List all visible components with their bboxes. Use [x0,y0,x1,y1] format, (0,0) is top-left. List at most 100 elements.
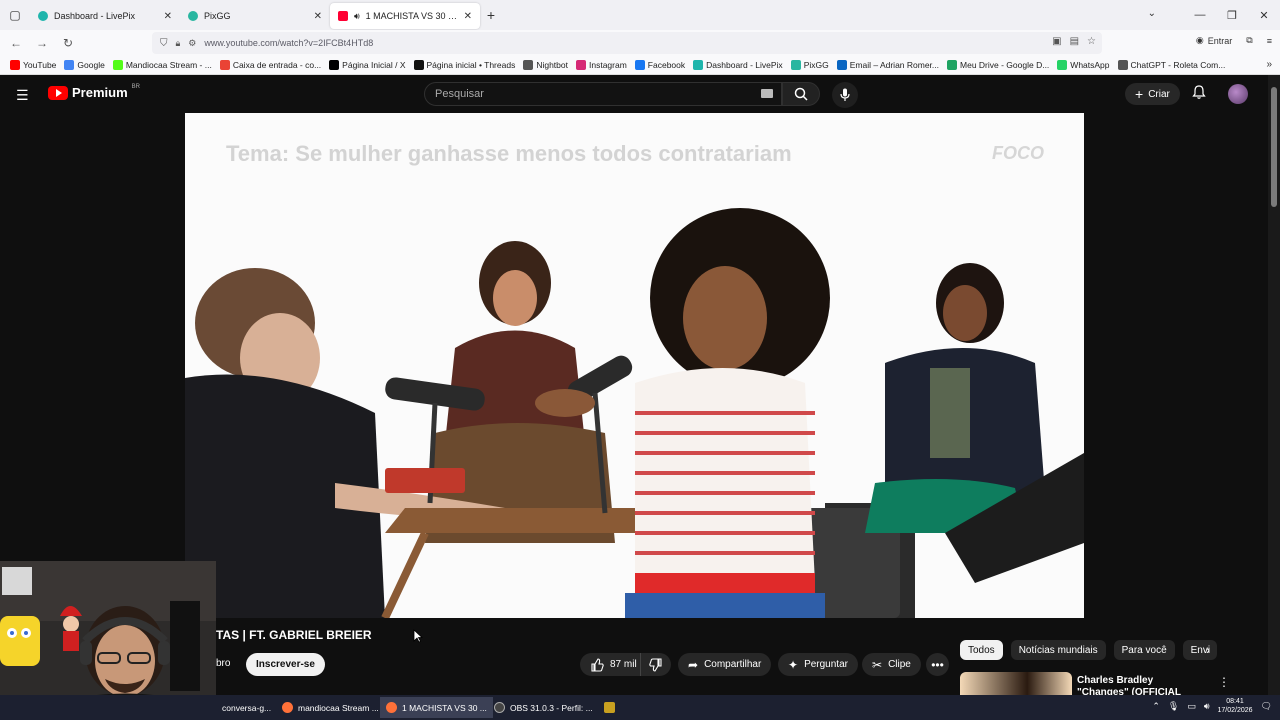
bookmark-item[interactable]: ChatGPT - Roleta Com... [1114,60,1230,70]
volume-icon[interactable]: 🔊︎ [1204,701,1210,712]
dislike-button[interactable] [640,653,671,676]
bookmark-item[interactable]: Dashboard - LivePix [689,60,787,70]
picture-in-picture-icon[interactable]: ▣ [1052,36,1061,47]
close-tab-icon[interactable]: ✕ [314,11,322,22]
chip-all[interactable]: Todos [960,640,1003,660]
close-window-icon[interactable]: ✕ [1248,0,1280,30]
page-scrollbar[interactable] [1268,75,1280,695]
bookmark-label: PixGG [803,60,829,70]
restore-icon[interactable]: ❐ [1216,0,1248,30]
bookmark-item[interactable]: Página inicial • Threads [410,60,520,70]
user-avatar[interactable] [1228,84,1248,104]
taskbar-item-1[interactable]: conversa-g... [216,697,277,718]
tab-list-icon[interactable]: ▢ [0,0,30,30]
bookmark-item[interactable]: Google [60,60,108,70]
permissions-icon[interactable]: ⚙ [188,38,196,49]
firefox-icon [282,702,293,713]
voice-search-button[interactable] [832,82,858,108]
subscribe-button[interactable]: Inscrever-se [246,653,325,676]
video-topic-overlay: Tema: Se mulher ganhasse menos todos con… [226,141,792,166]
bookmark-item[interactable]: Mandiocaa Stream - ... [109,60,216,70]
bookmark-item[interactable]: Meu Drive - Google D... [943,60,1053,70]
reload-icon[interactable]: ↻ [56,31,80,55]
more-vertical-icon[interactable]: ⋮ [1218,675,1230,689]
like-button[interactable]: 87 mil [580,653,647,676]
taskbar-item-5[interactable] [598,697,621,718]
recommendation-thumbnail[interactable] [960,672,1072,696]
bookmark-item[interactable]: Email – Adrian Romer... [833,60,943,70]
browser-tab-1[interactable]: Dashboard - LivePix ✕ [30,3,180,29]
system-clock[interactable]: 08:41 17/02/2026 [1218,697,1253,715]
chip-for-you[interactable]: Para você [1113,640,1175,660]
taskbar-item-2[interactable]: mandiocaa Stream ... [276,697,385,718]
ask-button[interactable]: ✦ Perguntar [778,653,858,676]
audio-playing-icon[interactable]: 🔊︎ [354,11,360,22]
chevron-right-icon[interactable]: › [1206,643,1210,657]
tray-expand-icon[interactable]: ⌃ [1152,701,1160,712]
back-icon[interactable]: ← [4,31,28,55]
pixgg-favicon-icon [188,11,198,21]
search-input[interactable]: Pesquisar [424,82,782,106]
close-tab-icon[interactable]: ✕ [164,11,172,22]
chevron-down-icon[interactable]: ⌄ [1148,8,1156,19]
share-button[interactable]: ➦ Compartilhar [678,653,772,676]
firefox-icon [386,702,397,713]
bookmark-star-icon[interactable]: ☆ [1087,36,1096,47]
create-button[interactable]: + Criar [1125,83,1180,105]
bookmark-item[interactable]: Nightbot [519,60,572,70]
clock-date: 17/02/2026 [1217,707,1253,714]
share-icon: ➦ [688,657,699,672]
forward-icon[interactable]: → [30,31,54,55]
extensions-icon[interactable]: ⧉ [1246,35,1252,46]
bookmarks-overflow-icon[interactable]: » [1266,59,1272,70]
notifications-icon[interactable]: 🗨︎ [1261,701,1272,712]
browser-tab-3-active[interactable]: 🔊︎ 1 MACHISTA VS 30 FEMINI ✕ [330,3,480,29]
chip-partial[interactable]: Envi [1182,640,1217,660]
bookmark-item[interactable]: Facebook [631,60,689,70]
bookmark-label: Facebook [647,60,686,70]
taskbar-item-3-active[interactable]: 1 MACHISTA VS 30 ... [380,697,493,718]
logo-text: Premium [72,85,128,100]
foco-watermark: FOCO [992,143,1044,163]
network-icon[interactable]: ▭ [1187,701,1196,712]
clip-button[interactable]: ✂ Clipe [862,653,921,676]
bookmark-item[interactable]: Caixa de entrada - co... [216,60,325,70]
shield-icon[interactable]: ⛉ [160,38,168,49]
bookmark-item[interactable]: WhatsApp [1053,60,1113,70]
youtube-premium-logo[interactable]: Premium BR [48,84,140,100]
new-tab-icon[interactable]: + [480,4,502,26]
close-tab-icon[interactable]: ✕ [464,11,472,22]
bookmark-item[interactable]: Instagram [572,60,631,70]
bookmark-item[interactable]: YouTube [6,60,60,70]
share-label: Compartilhar [704,659,762,670]
hamburger-menu-icon[interactable]: ☰ [16,87,29,104]
url-text[interactable]: www.youtube.com/watch?v=2IFCBt4HTd8 [204,38,373,48]
bookmark-favicon-icon [1057,60,1068,70]
scrollbar-thumb[interactable] [1271,87,1277,207]
microphone-tray-icon[interactable]: 🎙︎ [1168,701,1179,712]
browser-nav-bar: ← → ↻ ⛉ 🔒︎ ⚙ www.youtube.com/watch?v=2IF… [0,30,1280,56]
windows-taskbar: conversa-g... mandiocaa Stream ... 1 MAC… [0,695,1280,720]
reader-view-icon[interactable]: ▤ [1070,36,1079,47]
video-player[interactable]: Tema: Se mulher ganhasse menos todos con… [185,113,1084,618]
keyboard-icon[interactable] [761,89,773,98]
minimize-icon[interactable]: — [1184,0,1216,30]
menu-icon[interactable]: ≡ [1267,36,1272,46]
search-button[interactable] [782,82,820,106]
bookmark-item[interactable]: Página Inicial / X [325,60,409,70]
signin-button[interactable]: ◉ Entrar [1196,35,1232,46]
taskbar-item-4[interactable]: OBS 31.0.3 - Perfil: ... [488,697,599,718]
url-bar[interactable]: ⛉ 🔒︎ ⚙ www.youtube.com/watch?v=2IFCBt4HT… [152,32,1102,54]
bookmark-item[interactable]: PixGG [787,60,833,70]
lock-icon[interactable]: 🔒︎ [176,38,181,49]
sparkle-icon: ✦ [788,657,799,672]
notifications-bell-icon[interactable] [1192,85,1206,103]
app-icon [604,702,615,713]
browser-tab-bar: ▢ Dashboard - LivePix ✕ PixGG ✕ 🔊︎ 1 MAC… [0,0,1280,30]
more-actions-button[interactable]: ••• [926,653,949,676]
bookmark-label: Página inicial • Threads [426,60,516,70]
join-button-partial[interactable]: bro [216,658,230,669]
browser-tab-2[interactable]: PixGG ✕ [180,3,330,29]
tab-title: Dashboard - LivePix [54,11,136,21]
chip-world-news[interactable]: Notícias mundiais [1010,640,1106,660]
